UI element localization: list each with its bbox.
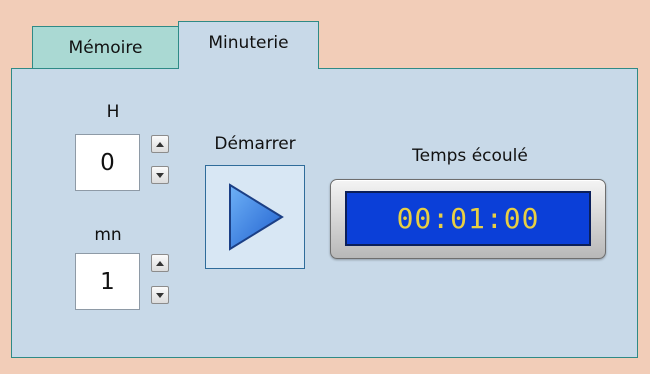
tab-minuterie[interactable]: Minuterie [178, 21, 319, 69]
tab-minuterie-label: Minuterie [208, 32, 289, 53]
tab-memoire[interactable]: Mémoire [32, 26, 179, 68]
minutes-increment-button[interactable] [151, 254, 169, 272]
elapsed-time-label: Temps écoulé [412, 146, 528, 166]
elapsed-time-value: 00:01:00 [345, 191, 591, 246]
arrow-down-icon [156, 292, 164, 298]
hours-increment-button[interactable] [151, 135, 169, 153]
arrow-up-icon [156, 260, 164, 266]
start-label: Démarrer [214, 134, 296, 154]
start-button[interactable] [205, 165, 305, 269]
elapsed-time-display: 00:01:00 [330, 179, 606, 259]
minutes-label: mn [94, 225, 122, 245]
play-icon [229, 183, 284, 251]
hours-input[interactable]: 0 [75, 134, 140, 191]
minutes-input[interactable]: 1 [75, 253, 140, 310]
tab-memoire-label: Mémoire [68, 37, 143, 58]
arrow-down-icon [156, 172, 164, 178]
hours-label: H [106, 102, 120, 122]
minutes-decrement-button[interactable] [151, 286, 169, 304]
arrow-up-icon [156, 141, 164, 147]
hours-decrement-button[interactable] [151, 166, 169, 184]
